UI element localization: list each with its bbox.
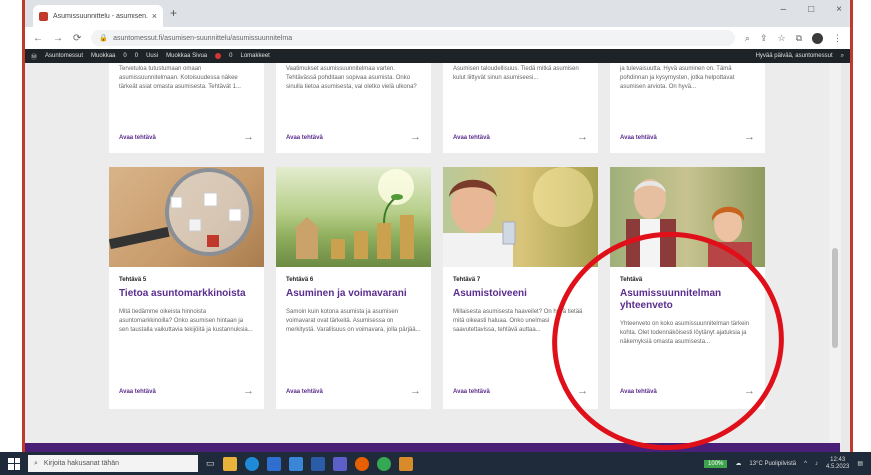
window-controls: – □ × [781,4,842,15]
teams-icon[interactable] [332,456,347,471]
forward-arrow-icon[interactable]: → [53,33,63,44]
top-card-text: Vaatimukset asumissuunnitelmaa varten. T… [286,66,417,90]
task-card-6[interactable]: Tehtävä 6 Asuminen ja voimavarani Samoin… [276,167,431,409]
store-icon[interactable] [266,456,281,471]
taskbar-search[interactable]: ⌕ Kirjoita hakusanat tähän [28,455,198,472]
right-margin [853,0,871,452]
admin-search-icon[interactable]: ⌕ [841,53,844,60]
windows-start-icon[interactable] [8,457,20,470]
notifications-icon[interactable]: ▤ [857,460,863,467]
clock[interactable]: 12:43 4.5.2023 [826,457,849,471]
address-bar-row: ← → ⟳ 🔒 asuntomessut.fi/asumisen-suunnit… [25,27,850,49]
smiling-woman-photo [443,167,598,267]
task-number: Tehtävä 5 [119,277,147,283]
chrome-icon[interactable] [376,456,391,471]
reload-icon[interactable]: ⟳ [73,33,81,44]
open-task-link[interactable]: Avaa tehtävä [453,135,490,141]
open-task-link[interactable]: Avaa tehtävä [286,389,323,395]
task-title[interactable]: Asuminen ja voimavarani [276,288,431,300]
chevron-up-icon[interactable]: ^ [804,461,807,467]
admin-item-new[interactable]: Uusi [146,53,158,59]
admin-item-forms[interactable]: Lomakkeet [240,53,269,59]
arrow-right-icon[interactable]: → [410,131,421,143]
task-number: Tehtävä 6 [286,277,314,283]
page-scrollbar[interactable] [829,63,841,443]
menu-dots-icon[interactable]: ⋮ [833,33,842,44]
back-arrow-icon[interactable]: ← [33,33,43,44]
admin-greeting[interactable]: Hyvää päivää, asuntomessut [756,53,833,59]
battery-indicator[interactable]: 100% [704,459,728,468]
notification-dot-icon [215,53,222,59]
task-description: Samoin kuin kotona asumista ja asumisen … [286,309,421,333]
file-explorer-icon[interactable] [222,456,237,471]
url-text: asuntomessut.fi/asumisen-suunnittelu/asu… [113,34,293,42]
admin-item-updates[interactable]: 0 [123,53,126,59]
top-card-text: Tervetuloa tutustumaan omaan asumissuunn… [119,66,241,90]
task-description: Mitä tiedämme oikeista hinnoista asuntom… [119,309,253,333]
system-tray: 100% ☁ 13°C Puolipilvistä ^ ♪ 12:43 4.5.… [704,457,863,471]
arrow-right-icon[interactable]: → [577,131,588,143]
admin-item-count[interactable]: 0 [229,53,232,59]
left-margin [0,0,22,452]
admin-item-comments[interactable]: 0 [135,53,138,59]
open-task-link[interactable]: Avaa tehtävä [620,135,657,141]
top-card-text: Asumisen taloudellisuus. Tiedä mitkä asu… [453,66,579,81]
firefox-icon[interactable] [354,456,369,471]
weather-text[interactable]: 13°C Puolipilvistä [749,461,796,467]
admin-item-edit-page[interactable]: Muokkaa Sivua [166,53,207,59]
footer-strip [25,443,840,452]
top-card-3[interactable]: Asumisen taloudellisuus. Tiedä mitkä asu… [443,63,598,153]
arrow-right-icon[interactable]: → [744,131,755,143]
clock-date: 4.5.2023 [825,463,850,470]
site-favicon-icon [39,11,48,21]
new-tab-button[interactable]: + [170,6,177,20]
coins-plants-photo [276,167,431,267]
arrow-right-icon[interactable]: → [410,385,421,397]
top-card-4[interactable]: ja tulevaisuutta. Hyvä asuminen on. Tämä… [610,63,765,153]
open-task-link[interactable]: Avaa tehtävä [453,389,490,395]
arrow-right-icon[interactable]: → [243,131,254,143]
share-icon[interactable]: ⇪ [760,33,768,44]
magnifier-photo [109,167,264,267]
lock-icon: 🔒 [99,35,109,42]
zoom-icon[interactable]: ⌕ [745,33,750,44]
arrow-right-icon[interactable]: → [243,385,254,397]
clock-time: 12:43 [830,456,846,463]
browser-tab[interactable]: Asumissuunnittelu - asumisen... × [33,5,163,27]
tab-title: Asumissuunnittelu - asumisen... [53,12,148,20]
tab-close-icon[interactable]: × [152,11,157,21]
extensions-icon[interactable]: ⧉ [796,33,802,44]
top-card-text: ja tulevaisuutta. Hyvä asuminen on. Tämä… [620,66,735,90]
wp-admin-bar: Ⓦ Asuntomessut Muokkaa 0 0 Uusi Muokkaa … [25,49,850,63]
tab-strip: Asumissuunnittelu - asumisen... × + – □ … [25,0,850,27]
omnibox[interactable]: 🔒 asuntomessut.fi/asumisen-suunnittelu/a… [91,30,735,46]
windows-taskbar: ⌕ Kirjoita hakusanat tähän ▭ 100% ☁ 13°C… [0,452,871,475]
edge-icon[interactable] [244,456,259,471]
task-card-5[interactable]: Tehtävä 5 Tietoa asuntomarkkinoista Mitä… [109,167,264,409]
mail-icon[interactable] [288,456,303,471]
admin-item-site[interactable]: Asuntomessut [45,53,83,59]
volume-icon[interactable]: ♪ [815,461,818,467]
maximize-button[interactable]: □ [808,4,814,15]
wordpress-logo-icon[interactable]: Ⓦ [31,52,37,61]
task-title[interactable]: Tietoa asuntomarkkinoista [109,288,264,300]
open-task-link[interactable]: Avaa tehtävä [286,135,323,141]
browser-toolbar-icons: ⌕ ⇪ ☆ ⧉ ⋮ [745,32,842,44]
word-icon[interactable] [310,456,325,471]
profile-avatar[interactable] [812,32,823,44]
search-icon: ⌕ [34,459,38,467]
task-view-icon[interactable]: ▭ [206,458,215,469]
minimize-button[interactable]: – [781,4,787,15]
photos-icon[interactable] [398,456,413,471]
admin-item-edit[interactable]: Muokkaa [91,53,115,59]
top-card-2[interactable]: Vaatimukset asumissuunnitelmaa varten. T… [276,63,431,153]
open-task-link[interactable]: Avaa tehtävä [119,389,156,395]
top-card-1[interactable]: Tervetuloa tutustumaan omaan asumissuunn… [109,63,264,153]
scrollbar-thumb[interactable] [832,248,838,348]
close-window-button[interactable]: × [836,4,842,15]
open-task-link[interactable]: Avaa tehtävä [119,135,156,141]
weather-icon: ☁ [735,461,742,467]
taskbar-search-placeholder: Kirjoita hakusanat tähän [43,460,120,467]
bookmark-star-icon[interactable]: ☆ [777,33,785,44]
